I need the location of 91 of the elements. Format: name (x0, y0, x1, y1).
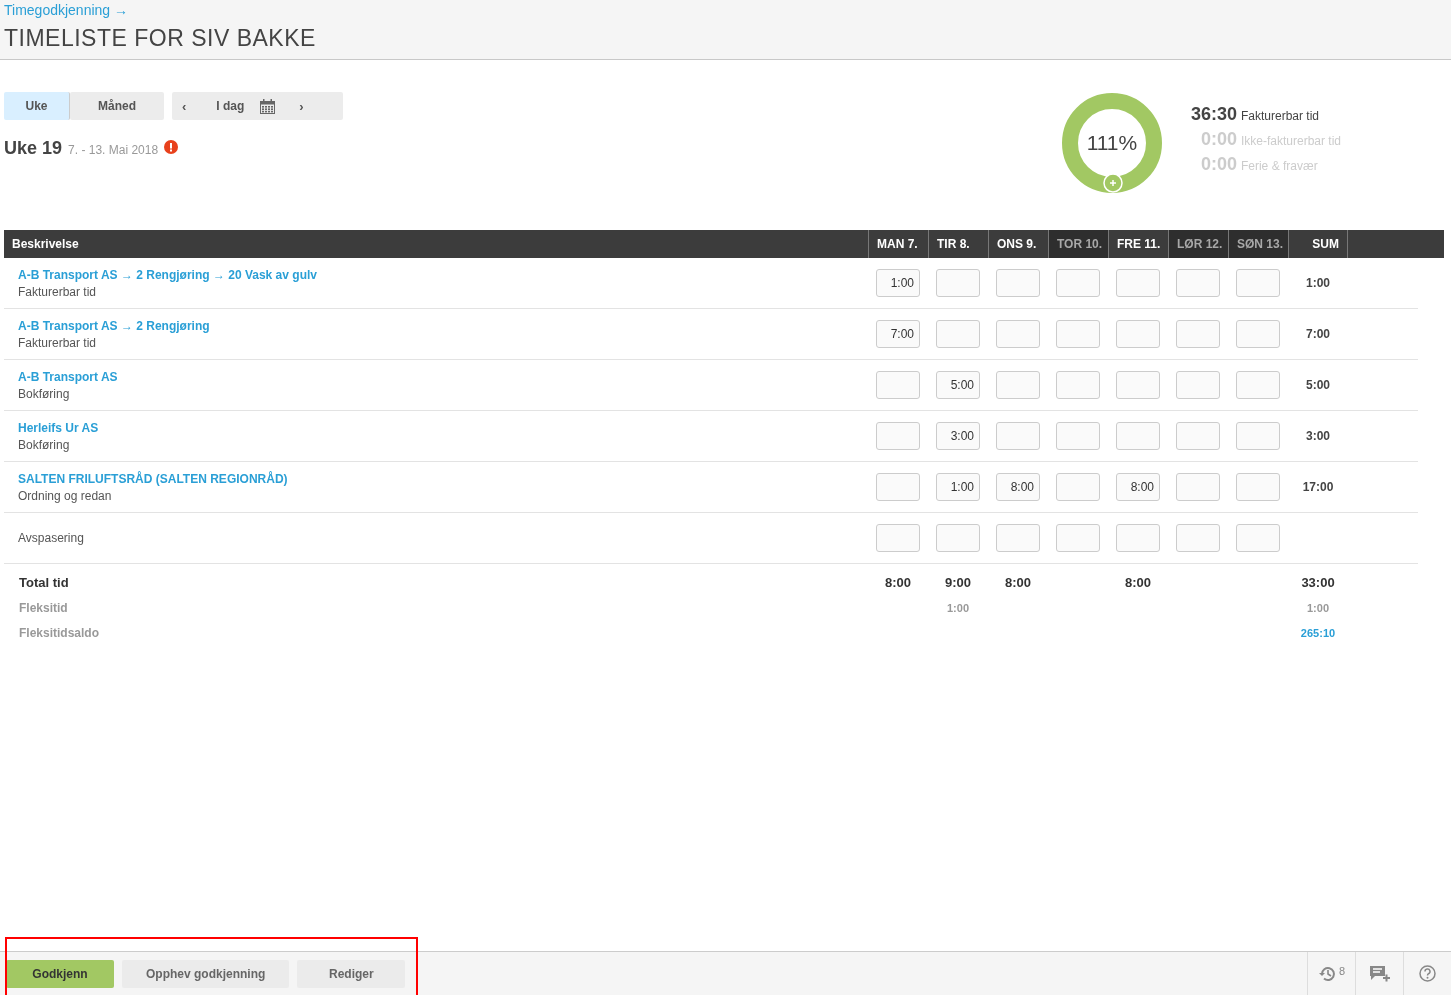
hours-input[interactable] (1236, 269, 1280, 297)
hours-value: 36:30 (1190, 104, 1237, 125)
hours-input[interactable] (1116, 320, 1160, 348)
activity-label: Fakturerbar tid (18, 335, 98, 350)
hours-input[interactable] (1236, 473, 1280, 501)
hours-input[interactable] (1176, 371, 1220, 399)
hours-input[interactable] (1176, 422, 1220, 450)
action-button[interactable]: Godkjenn (6, 959, 114, 988)
page-title: TIMELISTE FOR SIV BAKKE (4, 24, 317, 53)
action-button[interactable]: Rediger (297, 959, 406, 988)
action-button[interactable]: Opphev godkjenning (122, 959, 290, 988)
hours-label: Fakturerbar tid (1240, 109, 1319, 123)
hours-input[interactable] (1236, 422, 1280, 450)
history-icon (1317, 964, 1336, 983)
total-label: Fleksitidsaldo (18, 625, 101, 640)
hours-input[interactable] (1176, 473, 1220, 501)
hours-input[interactable]: 1:00 (876, 269, 920, 297)
today-button[interactable]: I dag (196, 92, 261, 120)
activity-label: Ordning og redan (18, 488, 113, 503)
hours-input[interactable] (1116, 524, 1160, 552)
hours-input[interactable] (1056, 269, 1100, 297)
day-header: SØN 13. (1228, 230, 1288, 258)
hours-input[interactable]: 1:00 (936, 473, 980, 501)
row-sum: 5:00 (1305, 378, 1331, 392)
day-header: TIR 8. (928, 230, 988, 258)
day-header: LØR 12. (1168, 230, 1228, 258)
hours-input[interactable] (936, 269, 980, 297)
total-value: 1:00 (946, 601, 970, 614)
hours-input[interactable] (1056, 422, 1100, 450)
total-sum: 33:00 (1300, 575, 1336, 590)
hours-input[interactable] (1056, 473, 1100, 501)
hours-input[interactable] (1236, 371, 1280, 399)
hours-input[interactable] (996, 371, 1040, 399)
total-value: 8:00 (884, 575, 912, 590)
hours-input[interactable]: 5:00 (936, 371, 980, 399)
total-sum: 1:00 (1306, 601, 1330, 614)
row-sum: 17:00 (1301, 480, 1335, 494)
row-sum: 1:00 (1305, 276, 1331, 290)
hours-input[interactable] (1236, 524, 1280, 552)
hours-input[interactable] (876, 473, 920, 501)
next-button[interactable]: › (289, 92, 314, 120)
hours-input[interactable] (1116, 371, 1160, 399)
hours-input[interactable] (876, 422, 920, 450)
hours-input[interactable] (1176, 524, 1220, 552)
hours-input[interactable]: 8:00 (1116, 473, 1160, 501)
activity-label: Fakturerbar tid (18, 284, 98, 299)
hours-input[interactable]: 3:00 (936, 422, 980, 450)
activity-label: Bokføring (18, 437, 71, 452)
history-button[interactable]: 8 (1307, 952, 1355, 995)
help-icon (1419, 965, 1436, 982)
history-count: 8 (1338, 965, 1346, 977)
hours-input[interactable] (876, 371, 920, 399)
hours-input[interactable]: 8:00 (996, 473, 1040, 501)
hours-input[interactable] (1116, 422, 1160, 450)
week-range: 7. - 13. Mai 2018 (68, 143, 159, 157)
total-label: Total tid (18, 575, 70, 590)
day-header: TOR 10. (1048, 230, 1108, 258)
calendar-icon[interactable] (260, 98, 276, 114)
hours-input[interactable] (996, 524, 1040, 552)
hours-input[interactable] (876, 524, 920, 552)
column-header: SUM (1288, 230, 1348, 258)
total-value: 9:00 (944, 575, 972, 590)
hours-input[interactable] (1176, 320, 1220, 348)
hours-input[interactable] (1056, 524, 1100, 552)
percent-label: 111% (1086, 131, 1138, 155)
hours-input[interactable] (936, 320, 980, 348)
total-value: 8:00 (1004, 575, 1032, 590)
activity-label: Avspasering (18, 531, 85, 545)
hours-input[interactable] (1116, 269, 1160, 297)
view-tab[interactable]: Uke (4, 92, 70, 120)
hours-input[interactable] (996, 320, 1040, 348)
row-sum: 7:00 (1305, 327, 1331, 341)
view-tab[interactable]: Måned (70, 92, 164, 120)
hours-input[interactable] (1056, 371, 1100, 399)
hours-input[interactable]: 7:00 (876, 320, 920, 348)
week-label: Uke 19 (4, 138, 63, 159)
previous-button[interactable]: ‹ (172, 92, 197, 120)
column-header: Beskrivelse (11, 236, 80, 253)
total-label: Fleksitid (18, 600, 69, 615)
total-sum: 265:10 (1299, 626, 1337, 639)
hours-input[interactable] (1236, 320, 1280, 348)
hours-input[interactable] (996, 422, 1040, 450)
hours-input[interactable] (996, 269, 1040, 297)
row-sum: 3:00 (1305, 429, 1331, 443)
hours-input[interactable] (1176, 269, 1220, 297)
hours-input[interactable] (1056, 320, 1100, 348)
hours-input[interactable] (936, 524, 980, 552)
day-header: MAN 7. (868, 230, 928, 258)
activity-label: Bokføring (18, 386, 71, 401)
add-comment-icon (1368, 964, 1391, 983)
total-value: 8:00 (1124, 575, 1152, 590)
